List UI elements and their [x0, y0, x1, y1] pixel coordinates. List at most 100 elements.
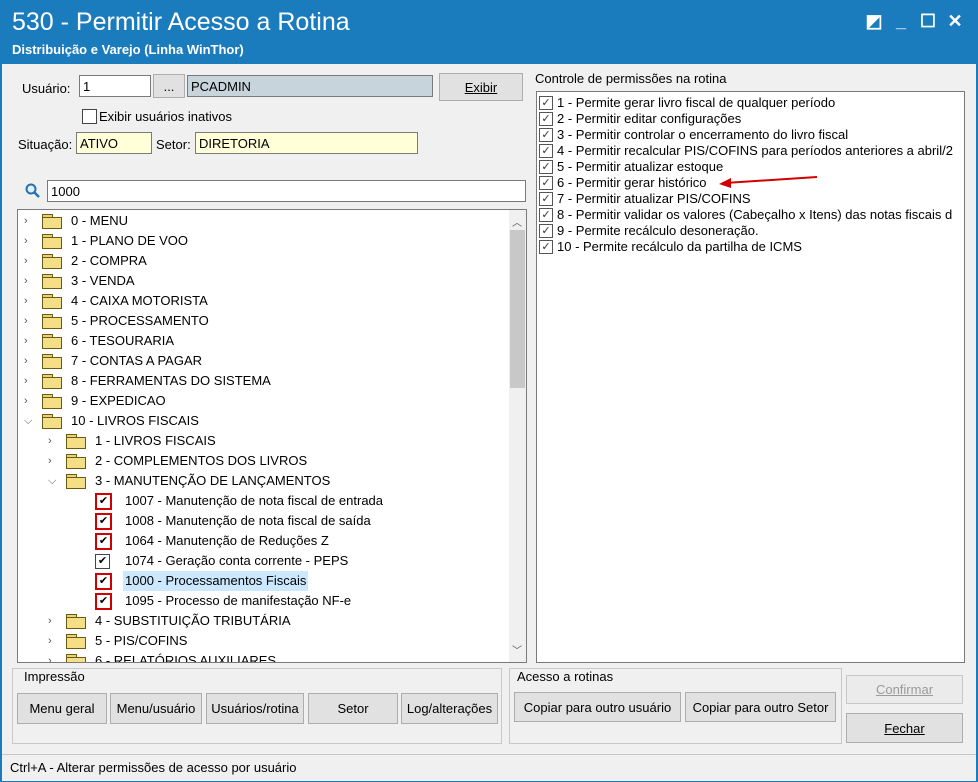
folder-icon — [66, 654, 86, 662]
tree-folder-item[interactable]: › 1 - PLANO DE VOO — [18, 231, 508, 251]
tree-folder-item[interactable]: › 2 - COMPRA — [18, 251, 508, 271]
menu-geral-button[interactable]: Menu geral — [17, 693, 107, 724]
folder-icon — [42, 294, 62, 309]
tree-folder-item[interactable]: › 3 - VENDA — [18, 271, 508, 291]
menu-usuario-button[interactable]: Menu/usuário — [110, 693, 202, 724]
permission-checkbox[interactable]: ✓ — [539, 240, 553, 254]
fechar-button[interactable]: Fechar — [846, 713, 963, 743]
permission-label: 1 - Permite gerar livro fiscal de qualqu… — [557, 95, 836, 110]
tree-item-label: 6 - RELATÓRIOS AUXILIARES — [95, 653, 277, 663]
minimize-icon[interactable]: _ — [890, 10, 912, 32]
permission-checkbox[interactable]: ✓ — [539, 128, 553, 142]
tree-item-label: 6 - TESOURARIA — [71, 333, 175, 348]
usuario-code-input[interactable]: 1 — [79, 75, 151, 97]
setor-field[interactable]: DIRETORIA — [195, 132, 418, 154]
usuario-label: Usuário: — [22, 81, 71, 96]
tree-folder-item[interactable]: › 6 - RELATÓRIOS AUXILIARES — [18, 651, 508, 663]
permission-checkbox[interactable]: ✓ — [539, 208, 553, 222]
expand-chevron-icon[interactable]: › — [24, 371, 36, 391]
close-icon[interactable]: ✕ — [944, 10, 966, 32]
tree-folder-item[interactable]: › 4 - SUBSTITUIÇÃO TRIBUTÁRIA — [18, 611, 508, 631]
tree-item-label: 1074 - Geração conta corrente - PEPS — [125, 553, 349, 568]
expand-chevron-icon[interactable]: › — [24, 331, 36, 351]
scroll-up-icon[interactable]: ︿ — [512, 214, 522, 229]
tree-item-label: 3 - MANUTENÇÃO DE LANÇAMENTOS — [95, 473, 331, 488]
folder-icon — [42, 314, 62, 329]
browse-user-button[interactable]: ... — [153, 74, 185, 98]
usuarios-rotina-button[interactable]: Usuários/rotina — [206, 693, 304, 724]
inativos-label: Exibir usuários inativos — [99, 109, 232, 124]
setor-button[interactable]: Setor — [308, 693, 398, 724]
folder-icon — [42, 214, 62, 229]
scrollbar-thumb[interactable] — [510, 230, 525, 388]
tree-rotina-item[interactable]: ✔ 1074 - Geração conta corrente - PEPS — [18, 551, 508, 571]
rotina-checkbox[interactable]: ✔ — [95, 533, 112, 550]
expand-chevron-icon[interactable]: › — [24, 311, 36, 331]
inativos-checkbox[interactable] — [82, 109, 97, 124]
expand-chevron-icon[interactable]: › — [48, 631, 60, 651]
permission-checkbox[interactable]: ✓ — [539, 176, 553, 190]
folder-icon — [42, 394, 62, 409]
permission-checkbox[interactable]: ✓ — [539, 96, 553, 110]
tree-folder-item[interactable]: › 6 - TESOURARIA — [18, 331, 508, 351]
restore-icon[interactable]: ◩ — [863, 10, 885, 32]
tree-folder-item[interactable]: › 5 - PIS/COFINS — [18, 631, 508, 651]
tree-folder-item[interactable]: ⌵ 10 - LIVROS FISCAIS — [18, 411, 508, 431]
rotina-checkbox[interactable]: ✔ — [95, 573, 112, 590]
expand-chevron-icon[interactable]: ⌵ — [24, 411, 36, 431]
rotina-checkbox[interactable]: ✔ — [95, 493, 112, 510]
tree-item-label: 1064 - Manutenção de Reduções Z — [125, 533, 329, 548]
permission-checkbox[interactable]: ✓ — [539, 160, 553, 174]
tree-rotina-item[interactable]: ✔ 1007 - Manutenção de nota fiscal de ent… — [18, 491, 508, 511]
copy-setor-button[interactable]: Copiar para outro Setor — [685, 692, 836, 722]
expand-chevron-icon[interactable]: › — [24, 351, 36, 371]
tree-folder-item[interactable]: › 9 - EXPEDICAO — [18, 391, 508, 411]
tree-rotina-item[interactable]: ✔ 1095 - Processo de manifestação NF-e — [18, 591, 508, 611]
expand-chevron-icon[interactable]: › — [24, 271, 36, 291]
tree-folder-item[interactable]: › 1 - LIVROS FISCAIS — [18, 431, 508, 451]
permission-checkbox[interactable]: ✓ — [539, 144, 553, 158]
tree-folder-item[interactable]: › 0 - MENU — [18, 211, 508, 231]
tree-folder-item[interactable]: › 2 - COMPLEMENTOS DOS LIVROS — [18, 451, 508, 471]
tree-item-label: 1 - LIVROS FISCAIS — [95, 433, 216, 448]
tree-folder-item[interactable]: › 5 - PROCESSAMENTO — [18, 311, 508, 331]
scroll-down-icon[interactable]: ﹀ — [512, 642, 522, 657]
permission-checkbox[interactable]: ✓ — [539, 192, 553, 206]
usuario-name-field: PCADMIN — [187, 75, 433, 97]
expand-chevron-icon[interactable]: ⌵ — [48, 471, 60, 491]
expand-chevron-icon[interactable]: › — [24, 231, 36, 251]
tree-item-label: 1095 - Processo de manifestação NF-e — [125, 593, 352, 608]
expand-chevron-icon[interactable]: › — [48, 431, 60, 451]
tree-folder-item[interactable]: ⌵ 3 - MANUTENÇÃO DE LANÇAMENTOS — [18, 471, 508, 491]
tree-rotina-item[interactable]: ✔ 1000 - Processamentos Fiscais — [18, 571, 508, 591]
permission-checkbox[interactable]: ✓ — [539, 112, 553, 126]
confirmar-button[interactable]: Confirmar — [846, 675, 963, 704]
permission-label: 4 - Permitir recalcular PIS/COFINS para … — [557, 143, 953, 158]
expand-chevron-icon[interactable]: › — [48, 611, 60, 631]
expand-chevron-icon[interactable]: › — [48, 651, 60, 662]
tree-rotina-item[interactable]: ✔ 1008 - Manutenção de nota fiscal de saí… — [18, 511, 508, 531]
permission-checkbox[interactable]: ✓ — [539, 224, 553, 238]
rotina-checkbox[interactable]: ✔ — [95, 593, 112, 610]
expand-chevron-icon[interactable]: › — [48, 451, 60, 471]
rotina-checkbox[interactable]: ✔ — [95, 513, 112, 530]
tree-scrollbar[interactable]: ︿ ﹀ — [509, 210, 526, 662]
tree-rotina-item[interactable]: ✔ 1064 - Manutenção de Reduções Z — [18, 531, 508, 551]
permissions-heading: Controle de permissões na rotina — [535, 71, 727, 86]
log-alteracoes-button[interactable]: Log/alterações — [401, 693, 498, 724]
copy-user-button[interactable]: Copiar para outro usuário — [514, 692, 681, 722]
tree-folder-item[interactable]: › 7 - CONTAS A PAGAR — [18, 351, 508, 371]
tree-folder-item[interactable]: › 8 - FERRAMENTAS DO SISTEMA — [18, 371, 508, 391]
expand-chevron-icon[interactable]: › — [24, 391, 36, 411]
maximize-icon[interactable]: ☐ — [917, 10, 939, 32]
rotina-checkbox[interactable]: ✔ — [95, 554, 110, 569]
tree-item-label: 1007 - Manutenção de nota fiscal de entr… — [125, 493, 384, 508]
exibir-button[interactable]: Exibir — [439, 73, 523, 101]
expand-chevron-icon[interactable]: › — [24, 291, 36, 311]
expand-chevron-icon[interactable]: › — [24, 211, 36, 231]
expand-chevron-icon[interactable]: › — [24, 251, 36, 271]
search-input[interactable]: 1000 — [47, 180, 526, 202]
status-text: Ctrl+A - Alterar permissões de acesso po… — [10, 760, 297, 775]
tree-folder-item[interactable]: › 4 - CAIXA MOTORISTA — [18, 291, 508, 311]
situacao-field[interactable]: ATIVO — [76, 132, 152, 154]
